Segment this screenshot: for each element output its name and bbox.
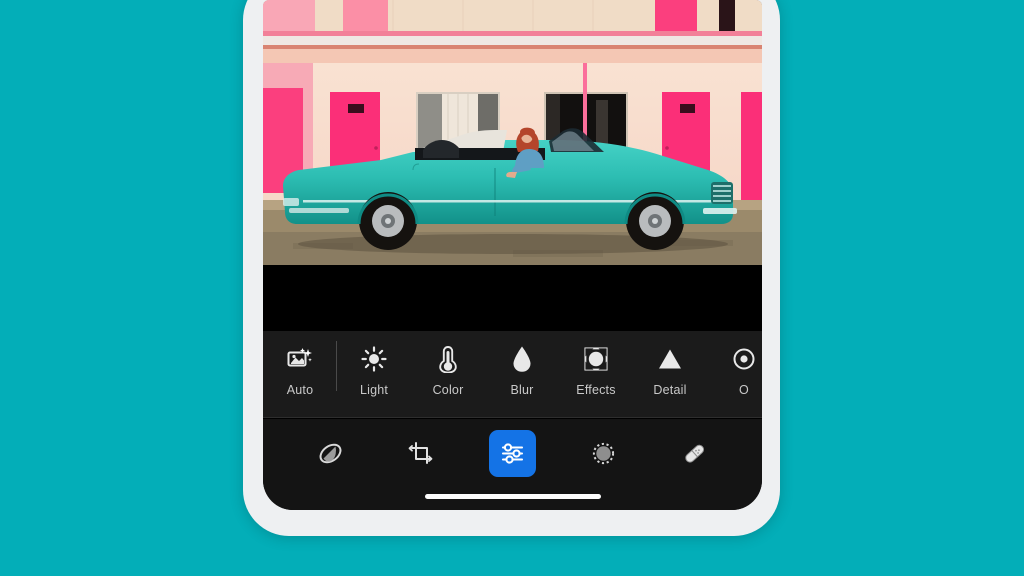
photo-illustration <box>263 0 762 265</box>
screenshot-root: Auto Light Color Blur Effects Detail O <box>0 0 1024 576</box>
nav-healing-button[interactable] <box>671 430 718 477</box>
tool-blur[interactable]: Blur <box>485 331 559 397</box>
tool-label: Light <box>359 383 389 397</box>
sliders-icon <box>501 443 524 464</box>
masking-circle-icon <box>592 442 615 465</box>
tool-label: Auto <box>286 383 314 397</box>
vignette-icon <box>584 344 608 374</box>
nav-crop-button[interactable] <box>398 430 445 477</box>
tool-label: O <box>739 383 749 397</box>
auto-enhance-icon <box>287 344 313 374</box>
crop-rotate-icon <box>408 442 433 464</box>
tool-auto[interactable]: Auto <box>263 331 337 397</box>
tool-light[interactable]: Light <box>337 331 411 397</box>
nav-masking-button[interactable] <box>580 430 627 477</box>
droplet-icon <box>511 344 533 374</box>
bottom-navigation-bar <box>263 419 762 488</box>
home-indicator[interactable] <box>424 494 601 499</box>
nav-edit-button[interactable] <box>489 430 536 477</box>
nav-presets-button[interactable] <box>307 430 354 477</box>
home-indicator-zone <box>263 488 762 510</box>
presets-icon <box>317 440 344 467</box>
tool-label: Effects <box>576 383 616 397</box>
tool-effects[interactable]: Effects <box>559 331 633 397</box>
tool-label: Color <box>432 383 464 397</box>
thermometer-icon <box>438 344 458 374</box>
triangle-icon <box>657 344 683 374</box>
phone-screen: Auto Light Color Blur Effects Detail O <box>263 0 762 510</box>
optics-icon <box>732 344 756 374</box>
tool-optics[interactable]: O <box>707 331 762 397</box>
tool-detail[interactable]: Detail <box>633 331 707 397</box>
photo-canvas[interactable] <box>263 0 762 265</box>
photo-letterbox <box>263 265 762 331</box>
adjust-toolbar: Auto Light Color Blur Effects Detail O <box>263 331 762 418</box>
tool-label: Blur <box>510 383 534 397</box>
tool-color[interactable]: Color <box>411 331 485 397</box>
tool-label: Detail <box>653 383 687 397</box>
phone-device-frame: Auto Light Color Blur Effects Detail O <box>243 0 780 536</box>
sun-icon <box>361 344 387 374</box>
healing-brush-icon <box>685 444 705 463</box>
